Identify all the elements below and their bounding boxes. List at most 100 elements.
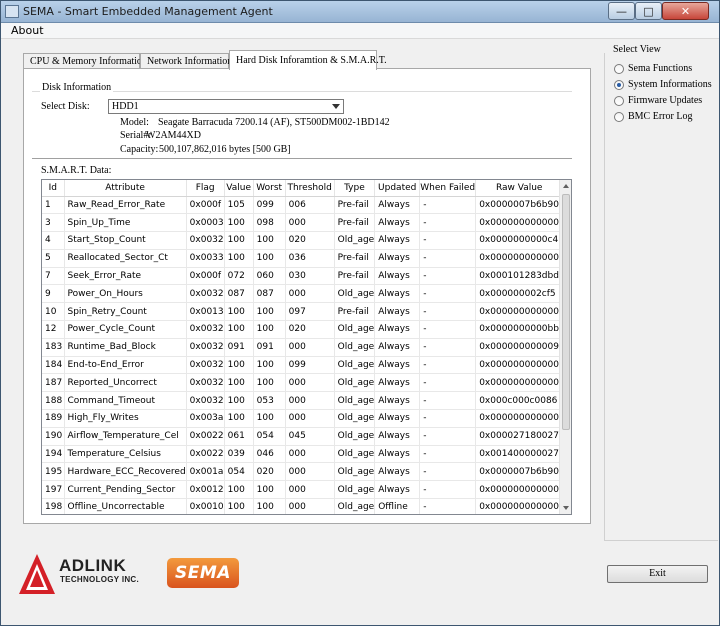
radio-label-firmware-updates[interactable]: Firmware Updates — [628, 95, 702, 106]
cell-type: Pre-fail — [334, 213, 376, 233]
close-button[interactable]: ✕ — [662, 2, 709, 20]
table-row[interactable]: 10 Spin_Retry_Count 0x0013 100 100 097 Pre-fai… — [42, 302, 564, 322]
radio-bmc-error-log[interactable] — [614, 112, 624, 122]
table-row[interactable]: 4 Start_Stop_Count 0x0032 100 100 020 Old_age A… — [42, 231, 564, 250]
table-row[interactable]: 188 Command_Timeout 0x0032 100 053 000 Old_age… — [42, 391, 564, 411]
cell-flag: 0x0033 — [186, 249, 225, 268]
cell-raw-value: 0x000000000000 — [475, 302, 564, 322]
cell-updated: Always — [374, 445, 421, 464]
smart-table-body: 1 Raw_Read_Error_Rate 0x000f 105 099 006 Pre-f… — [42, 196, 564, 514]
cell-updated: Always — [374, 213, 421, 233]
exit-button[interactable]: Exit — [607, 565, 708, 583]
col-header-raw-value[interactable]: Raw Value — [475, 180, 564, 197]
serial-value: W2AM44XD — [146, 130, 201, 141]
tab-cpu-memory[interactable]: CPU & Memory Information — [23, 53, 147, 69]
cell-value: 100 — [224, 320, 254, 339]
minimize-button[interactable]: — — [608, 2, 635, 20]
tab-hard-disk[interactable]: Hard Disk Inforamtion & S.M.A.R.T. — [229, 50, 387, 70]
smart-table: Id Attribute Flag Value Worst Threshold … — [42, 180, 564, 514]
select-view-group: Select View Sema Functions System Inform… — [604, 44, 718, 541]
cell-worst: 100 — [253, 302, 286, 322]
disk-info-group-label: Disk Information — [40, 82, 114, 93]
cell-worst: 100 — [253, 409, 286, 428]
cell-threshold: 000 — [285, 391, 335, 411]
radio-label-bmc-error-log[interactable]: BMC Error Log — [628, 111, 692, 122]
table-row[interactable]: 198 Offline_Uncorrectable 0x0010 100 100 000 O… — [42, 498, 564, 514]
table-row[interactable]: 12 Power_Cycle_Count 0x0032 100 100 020 Old_ag… — [42, 320, 564, 339]
cell-id: 9 — [42, 284, 65, 304]
cell-value: 091 — [224, 338, 254, 357]
cell-type: Pre-fail — [334, 249, 376, 268]
scroll-up-icon[interactable] — [563, 184, 569, 188]
cell-raw-value: 0x0000007b6b90 — [475, 196, 564, 215]
cell-attribute: Current_Pending_Sector — [64, 480, 187, 500]
col-header-flag[interactable]: Flag — [186, 180, 225, 197]
cell-when-failed: - — [419, 249, 477, 268]
cell-when-failed: - — [419, 409, 477, 428]
cell-when-failed: - — [419, 231, 477, 250]
table-row[interactable]: 5 Reallocated_Sector_Ct 0x0033 100 100 036 Pre… — [42, 249, 564, 268]
cell-type: Pre-fail — [334, 302, 376, 322]
table-row[interactable]: 9 Power_On_Hours 0x0032 087 087 000 Old_age Alw… — [42, 284, 564, 304]
cell-attribute: High_Fly_Writes — [64, 409, 187, 428]
cell-raw-value: 0x0000007b6b90 — [475, 462, 564, 482]
col-header-id[interactable]: Id — [42, 180, 65, 197]
table-row[interactable]: 187 Reported_Uncorrect 0x0032 100 100 000 Old_… — [42, 373, 564, 393]
radio-system-informations[interactable] — [614, 80, 624, 90]
table-row[interactable]: 7 Seek_Error_Rate 0x000f 072 060 030 Pre-fail A… — [42, 267, 564, 286]
cell-when-failed: - — [419, 498, 477, 514]
col-header-type[interactable]: Type — [334, 180, 376, 197]
smart-divider — [32, 158, 572, 159]
col-header-attribute[interactable]: Attribute — [64, 180, 187, 197]
cell-raw-value: 0x000027180027 — [475, 427, 564, 446]
scroll-thumb[interactable] — [562, 194, 570, 430]
table-row[interactable]: 184 End-to-End_Error 0x0032 100 100 099 Old_ag… — [42, 356, 564, 375]
cell-type: Old_age — [334, 284, 376, 304]
radio-label-sema-functions[interactable]: Sema Functions — [628, 63, 692, 74]
table-row[interactable]: 195 Hardware_ECC_Recovered 0x001a 054 020 000… — [42, 462, 564, 482]
cell-flag: 0x0013 — [186, 302, 225, 322]
col-header-worst[interactable]: Worst — [253, 180, 286, 197]
cell-updated: Always — [374, 427, 421, 446]
col-header-value[interactable]: Value — [224, 180, 254, 197]
vertical-scrollbar[interactable] — [559, 180, 571, 514]
scroll-down-icon[interactable] — [563, 506, 569, 510]
cell-when-failed: - — [419, 284, 477, 304]
cell-raw-value: 0x0000000000c4 — [475, 231, 564, 250]
col-header-when-failed[interactable]: When Failed — [419, 180, 477, 197]
col-header-threshold[interactable]: Threshold — [285, 180, 335, 197]
table-row[interactable]: 194 Temperature_Celsius 0x0022 039 046 000 Old… — [42, 445, 564, 464]
radio-label-system-informations[interactable]: System Informations — [628, 79, 712, 90]
cell-flag: 0x0012 — [186, 480, 225, 500]
table-row[interactable]: 3 Spin_Up_Time 0x0003 100 098 000 Pre-fail Alwa… — [42, 213, 564, 233]
cell-threshold: 020 — [285, 320, 335, 339]
cell-value: 087 — [224, 284, 254, 304]
table-row[interactable]: 183 Runtime_Bad_Block 0x0032 091 091 000 Old_a… — [42, 338, 564, 357]
table-row[interactable]: 189 High_Fly_Writes 0x003a 100 100 000 Old_age… — [42, 409, 564, 428]
cell-attribute: Start_Stop_Count — [64, 231, 187, 250]
disk-select[interactable]: HDD1 — [108, 99, 344, 114]
cell-id: 183 — [42, 338, 65, 357]
cell-updated: Always — [374, 320, 421, 339]
cell-when-failed: - — [419, 445, 477, 464]
cell-raw-value: 0x000c000c0086 — [475, 391, 564, 411]
cell-id: 3 — [42, 213, 65, 233]
title-bar[interactable]: SEMA - Smart Embedded Management Agent —… — [1, 1, 719, 23]
cell-value: 061 — [224, 427, 254, 446]
table-row[interactable]: 1 Raw_Read_Error_Rate 0x000f 105 099 006 Pre-f… — [42, 196, 564, 215]
cell-value: 100 — [224, 231, 254, 250]
smart-data-grid[interactable]: Id Attribute Flag Value Worst Threshold … — [41, 179, 572, 515]
cell-value: 100 — [224, 249, 254, 268]
cell-when-failed: - — [419, 196, 477, 215]
radio-sema-functions[interactable] — [614, 64, 624, 74]
table-row[interactable]: 197 Current_Pending_Sector 0x0012 100 100 000… — [42, 480, 564, 500]
menu-about[interactable]: About — [11, 24, 44, 37]
radio-firmware-updates[interactable] — [614, 96, 624, 106]
cell-flag: 0x001a — [186, 462, 225, 482]
cell-type: Pre-fail — [334, 267, 376, 286]
table-row[interactable]: 190 Airflow_Temperature_Cel 0x0022 061 054 04… — [42, 427, 564, 446]
tab-network[interactable]: Network Information — [140, 53, 232, 69]
col-header-updated[interactable]: Updated — [374, 180, 421, 197]
cell-raw-value: 0x000101283dbd — [475, 267, 564, 286]
maximize-button[interactable]: □ — [635, 2, 662, 20]
